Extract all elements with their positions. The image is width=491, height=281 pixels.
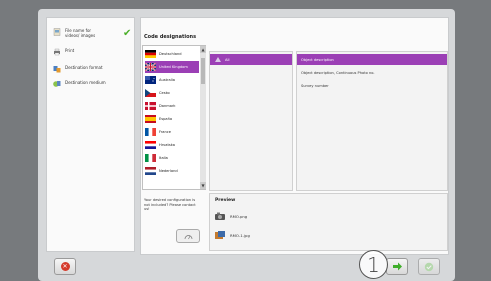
flag-netherlands-icon bbox=[145, 167, 156, 175]
designation-item[interactable]: Survey number bbox=[297, 80, 447, 91]
category-item-selected[interactable]: All bbox=[210, 54, 292, 65]
page-title: Code designations bbox=[144, 34, 197, 40]
flag-czech-icon bbox=[145, 89, 156, 97]
next-button[interactable] bbox=[386, 258, 408, 275]
step-file-name[interactable]: File name for videos/ images bbox=[53, 28, 103, 38]
camera-icon bbox=[215, 212, 225, 220]
preview-title: Preview bbox=[215, 198, 236, 203]
language-item[interactable]: Danmark bbox=[145, 100, 199, 112]
category-icon bbox=[215, 57, 221, 62]
step-destination-format[interactable]: Destination format bbox=[53, 65, 103, 73]
category-column: All bbox=[209, 51, 293, 191]
designation-item-selected[interactable]: Object description bbox=[297, 54, 447, 65]
flag-denmark-icon bbox=[145, 102, 156, 110]
flag-croatia-icon bbox=[145, 141, 156, 149]
language-item[interactable]: Deutschland bbox=[145, 48, 199, 60]
callout-marker: 1 bbox=[359, 250, 388, 279]
document-icon bbox=[53, 28, 61, 36]
step-label: Destination format bbox=[65, 65, 103, 70]
step-label: Destination medium bbox=[65, 80, 106, 85]
language-item-selected[interactable]: United Kingdom bbox=[145, 61, 199, 73]
step-label: File name for videos/ images bbox=[65, 28, 96, 38]
contact-button[interactable] bbox=[176, 229, 200, 243]
preview-panel: Preview RMO.png RMO-1.jpg bbox=[209, 193, 448, 251]
flag-spain-icon bbox=[145, 115, 156, 123]
scroll-up-icon[interactable]: ▲ bbox=[200, 46, 206, 53]
flag-uk-icon bbox=[145, 63, 156, 71]
medium-icon bbox=[53, 81, 61, 87]
checkmark-icon: ✔ bbox=[123, 28, 132, 39]
flag-italy-icon bbox=[145, 154, 156, 162]
scrollbar[interactable]: ▲ ▼ bbox=[200, 46, 206, 189]
language-item[interactable]: Italia bbox=[145, 152, 199, 164]
check-circle-icon bbox=[424, 262, 434, 271]
printer-icon bbox=[54, 48, 60, 56]
bottom-toolbar: ✕ bbox=[46, 258, 449, 277]
language-item[interactable]: Hrvatska bbox=[145, 139, 199, 151]
steps-panel: File name for videos/ images ✔ Print Des… bbox=[46, 17, 135, 252]
designation-column: Object description Object description, C… bbox=[296, 51, 448, 191]
image-file-icon bbox=[215, 231, 225, 239]
language-list[interactable]: Deutschland United Kingdom Australia Ces… bbox=[142, 45, 206, 190]
arrow-right-icon bbox=[392, 262, 402, 271]
language-item[interactable]: France bbox=[145, 126, 199, 138]
finish-button[interactable] bbox=[418, 258, 440, 275]
flag-germany-icon bbox=[145, 50, 156, 58]
close-icon: ✕ bbox=[60, 262, 70, 271]
flag-australia-icon bbox=[145, 76, 156, 84]
flag-france-icon bbox=[145, 128, 156, 136]
cancel-button[interactable]: ✕ bbox=[54, 258, 76, 275]
preview-item: RMO-1.jpg bbox=[214, 230, 250, 240]
language-item[interactable]: Cesko bbox=[145, 87, 199, 99]
designation-item[interactable]: Object description, Continuous Photo no. bbox=[297, 67, 447, 78]
step-print[interactable]: Print bbox=[53, 48, 74, 56]
language-item[interactable]: Australia bbox=[145, 74, 199, 86]
language-item[interactable]: Nederland bbox=[145, 165, 199, 177]
step-destination-medium[interactable]: Destination medium bbox=[53, 80, 106, 88]
preview-item: RMO.png bbox=[214, 211, 247, 221]
gauge-icon bbox=[184, 234, 192, 239]
scroll-thumb[interactable] bbox=[201, 58, 205, 84]
step-label: Print bbox=[65, 48, 75, 53]
language-item[interactable]: España bbox=[145, 113, 199, 125]
info-text: Your desired configuration is not includ… bbox=[144, 198, 196, 211]
scroll-down-icon[interactable]: ▼ bbox=[200, 182, 206, 189]
format-icon bbox=[53, 66, 61, 73]
